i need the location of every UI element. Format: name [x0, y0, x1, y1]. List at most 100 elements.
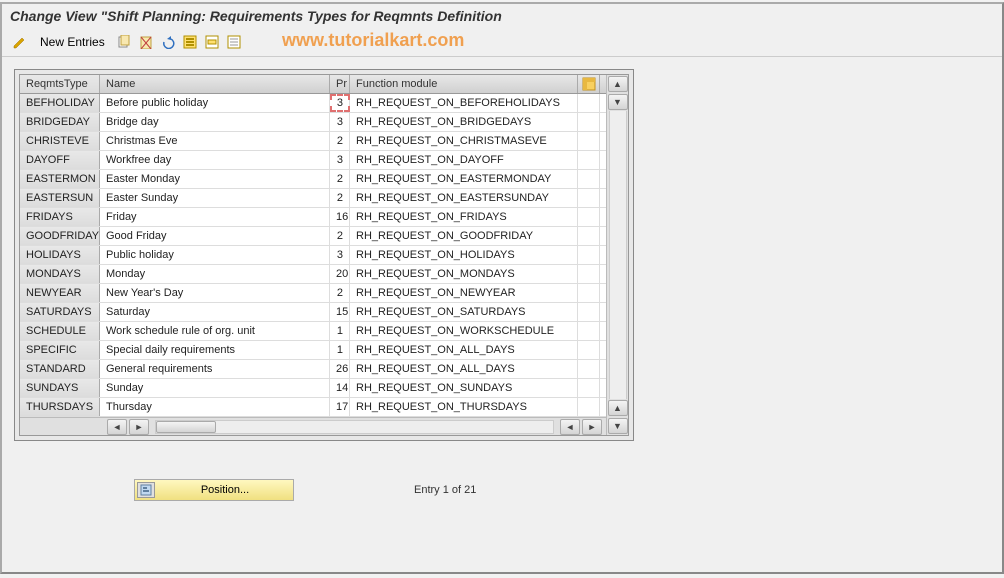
cell-type[interactable]: EASTERSUN	[20, 189, 100, 207]
cell-pr[interactable]: 3	[330, 113, 350, 131]
vertical-scrollbar[interactable]: ▲ ▼ ▲ ▼	[606, 75, 628, 435]
col-header-name[interactable]: Name	[100, 75, 330, 93]
cell-fm[interactable]: RH_REQUEST_ON_THURSDAYS	[350, 398, 578, 416]
cell-pr[interactable]: 14	[330, 379, 350, 397]
cell-pr[interactable]: 2	[330, 170, 350, 188]
cell-pr[interactable]: 2	[330, 189, 350, 207]
cell-fm[interactable]: RH_REQUEST_ON_BEFOREHOLIDAYS	[350, 94, 578, 112]
new-entries-button[interactable]: New Entries	[34, 35, 111, 49]
scroll-down-icon[interactable]: ▼	[608, 94, 628, 110]
horizontal-scrollbar[interactable]: ◄ ► ◄ ►	[20, 417, 606, 435]
cell-type[interactable]: EASTERMON	[20, 170, 100, 188]
cell-fm[interactable]: RH_REQUEST_ON_ALL_DAYS	[350, 360, 578, 378]
cell-fm[interactable]: RH_REQUEST_ON_GOODFRIDAY	[350, 227, 578, 245]
table-row[interactable]: HOLIDAYSPublic holiday3RH_REQUEST_ON_HOL…	[20, 246, 606, 265]
cell-type[interactable]: HOLIDAYS	[20, 246, 100, 264]
cell-name[interactable]: Work schedule rule of org. unit	[100, 322, 330, 340]
scroll-up-icon[interactable]: ▲	[608, 76, 628, 92]
table-row[interactable]: NEWYEARNew Year's Day2RH_REQUEST_ON_NEWY…	[20, 284, 606, 303]
cell-fm[interactable]: RH_REQUEST_ON_EASTERSUNDAY	[350, 189, 578, 207]
cell-type[interactable]: SPECIFIC	[20, 341, 100, 359]
cell-pr[interactable]: 2	[330, 132, 350, 150]
cell-name[interactable]: Workfree day	[100, 151, 330, 169]
cell-pr[interactable]: 15	[330, 303, 350, 321]
table-row[interactable]: THURSDAYSThursday17RH_REQUEST_ON_THURSDA…	[20, 398, 606, 417]
table-row[interactable]: SCHEDULEWork schedule rule of org. unit1…	[20, 322, 606, 341]
position-button[interactable]: Position...	[134, 479, 294, 501]
select-all-icon[interactable]	[181, 33, 199, 51]
cell-fm[interactable]: RH_REQUEST_ON_BRIDGEDAYS	[350, 113, 578, 131]
scroll-down-end-icon[interactable]: ▼	[608, 418, 628, 434]
scroll-right-end-icon[interactable]: ►	[582, 419, 602, 435]
cell-name[interactable]: General requirements	[100, 360, 330, 378]
toggle-change-icon[interactable]	[10, 32, 30, 52]
cell-fm[interactable]: RH_REQUEST_ON_WORKSCHEDULE	[350, 322, 578, 340]
hscroll-track[interactable]	[155, 420, 554, 434]
table-row[interactable]: SUNDAYSSunday14RH_REQUEST_ON_SUNDAYS	[20, 379, 606, 398]
cell-type[interactable]: NEWYEAR	[20, 284, 100, 302]
cell-pr[interactable]: 3	[330, 246, 350, 264]
cell-name[interactable]: Easter Monday	[100, 170, 330, 188]
cell-name[interactable]: Christmas Eve	[100, 132, 330, 150]
cell-pr[interactable]: 26	[330, 360, 350, 378]
cell-type[interactable]: DAYOFF	[20, 151, 100, 169]
copy-icon[interactable]	[115, 33, 133, 51]
table-row[interactable]: FRIDAYSFriday16RH_REQUEST_ON_FRIDAYS	[20, 208, 606, 227]
scroll-left-end-icon[interactable]: ◄	[560, 419, 580, 435]
cell-type[interactable]: STANDARD	[20, 360, 100, 378]
cell-name[interactable]: Bridge day	[100, 113, 330, 131]
deselect-all-icon[interactable]	[225, 33, 243, 51]
cell-fm[interactable]: RH_REQUEST_ON_ALL_DAYS	[350, 341, 578, 359]
cell-fm[interactable]: RH_REQUEST_ON_MONDAYS	[350, 265, 578, 283]
cell-pr[interactable]: 3	[330, 151, 350, 169]
col-header-fm[interactable]: Function module	[350, 75, 578, 93]
scroll-up-end-icon[interactable]: ▲	[608, 400, 628, 416]
cell-fm[interactable]: RH_REQUEST_ON_HOLIDAYS	[350, 246, 578, 264]
cell-type[interactable]: BEFHOLIDAY	[20, 94, 100, 112]
cell-type[interactable]: THURSDAYS	[20, 398, 100, 416]
cell-fm[interactable]: RH_REQUEST_ON_NEWYEAR	[350, 284, 578, 302]
cell-fm[interactable]: RH_REQUEST_ON_SUNDAYS	[350, 379, 578, 397]
cell-name[interactable]: Special daily requirements	[100, 341, 330, 359]
cell-type[interactable]: BRIDGEDAY	[20, 113, 100, 131]
cell-name[interactable]: Public holiday	[100, 246, 330, 264]
cell-name[interactable]: Good Friday	[100, 227, 330, 245]
undo-icon[interactable]	[159, 33, 177, 51]
cell-pr[interactable]: 2	[330, 284, 350, 302]
cell-name[interactable]: Friday	[100, 208, 330, 226]
cell-type[interactable]: FRIDAYS	[20, 208, 100, 226]
cell-name[interactable]: Before public holiday	[100, 94, 330, 112]
hscroll-thumb[interactable]	[156, 421, 216, 433]
scroll-left-icon[interactable]: ◄	[107, 419, 127, 435]
select-block-icon[interactable]	[203, 33, 221, 51]
table-row[interactable]: EASTERMONEaster Monday2RH_REQUEST_ON_EAS…	[20, 170, 606, 189]
cell-type[interactable]: MONDAYS	[20, 265, 100, 283]
cell-fm[interactable]: RH_REQUEST_ON_EASTERMONDAY	[350, 170, 578, 188]
cell-name[interactable]: Easter Sunday	[100, 189, 330, 207]
cell-pr[interactable]: 1	[330, 341, 350, 359]
table-row[interactable]: MONDAYSMonday20RH_REQUEST_ON_MONDAYS	[20, 265, 606, 284]
table-row[interactable]: GOODFRIDAYGood Friday2RH_REQUEST_ON_GOOD…	[20, 227, 606, 246]
cell-pr[interactable]: 1	[330, 322, 350, 340]
table-row[interactable]: DAYOFFWorkfree day3RH_REQUEST_ON_DAYOFF	[20, 151, 606, 170]
delete-icon[interactable]	[137, 33, 155, 51]
cell-fm[interactable]: RH_REQUEST_ON_DAYOFF	[350, 151, 578, 169]
table-row[interactable]: BRIDGEDAYBridge day3RH_REQUEST_ON_BRIDGE…	[20, 113, 606, 132]
col-header-pr[interactable]: Pr	[330, 75, 350, 93]
cell-type[interactable]: SATURDAYS	[20, 303, 100, 321]
table-row[interactable]: EASTERSUNEaster Sunday2RH_REQUEST_ON_EAS…	[20, 189, 606, 208]
cell-pr[interactable]: 17	[330, 398, 350, 416]
cell-pr[interactable]: 20	[330, 265, 350, 283]
cell-fm[interactable]: RH_REQUEST_ON_FRIDAYS	[350, 208, 578, 226]
cell-pr[interactable]: 2	[330, 227, 350, 245]
table-row[interactable]: CHRISTEVEChristmas Eve2RH_REQUEST_ON_CHR…	[20, 132, 606, 151]
cell-pr[interactable]: 3	[330, 94, 350, 112]
table-row[interactable]: SATURDAYSSaturday15RH_REQUEST_ON_SATURDA…	[20, 303, 606, 322]
cell-type[interactable]: SCHEDULE	[20, 322, 100, 340]
vscroll-track[interactable]	[609, 111, 627, 399]
cell-name[interactable]: Thursday	[100, 398, 330, 416]
col-header-type[interactable]: ReqmtsType	[20, 75, 100, 93]
table-row[interactable]: BEFHOLIDAYBefore public holiday3RH_REQUE…	[20, 94, 606, 113]
cell-name[interactable]: Monday	[100, 265, 330, 283]
table-row[interactable]: STANDARDGeneral requirements26RH_REQUEST…	[20, 360, 606, 379]
